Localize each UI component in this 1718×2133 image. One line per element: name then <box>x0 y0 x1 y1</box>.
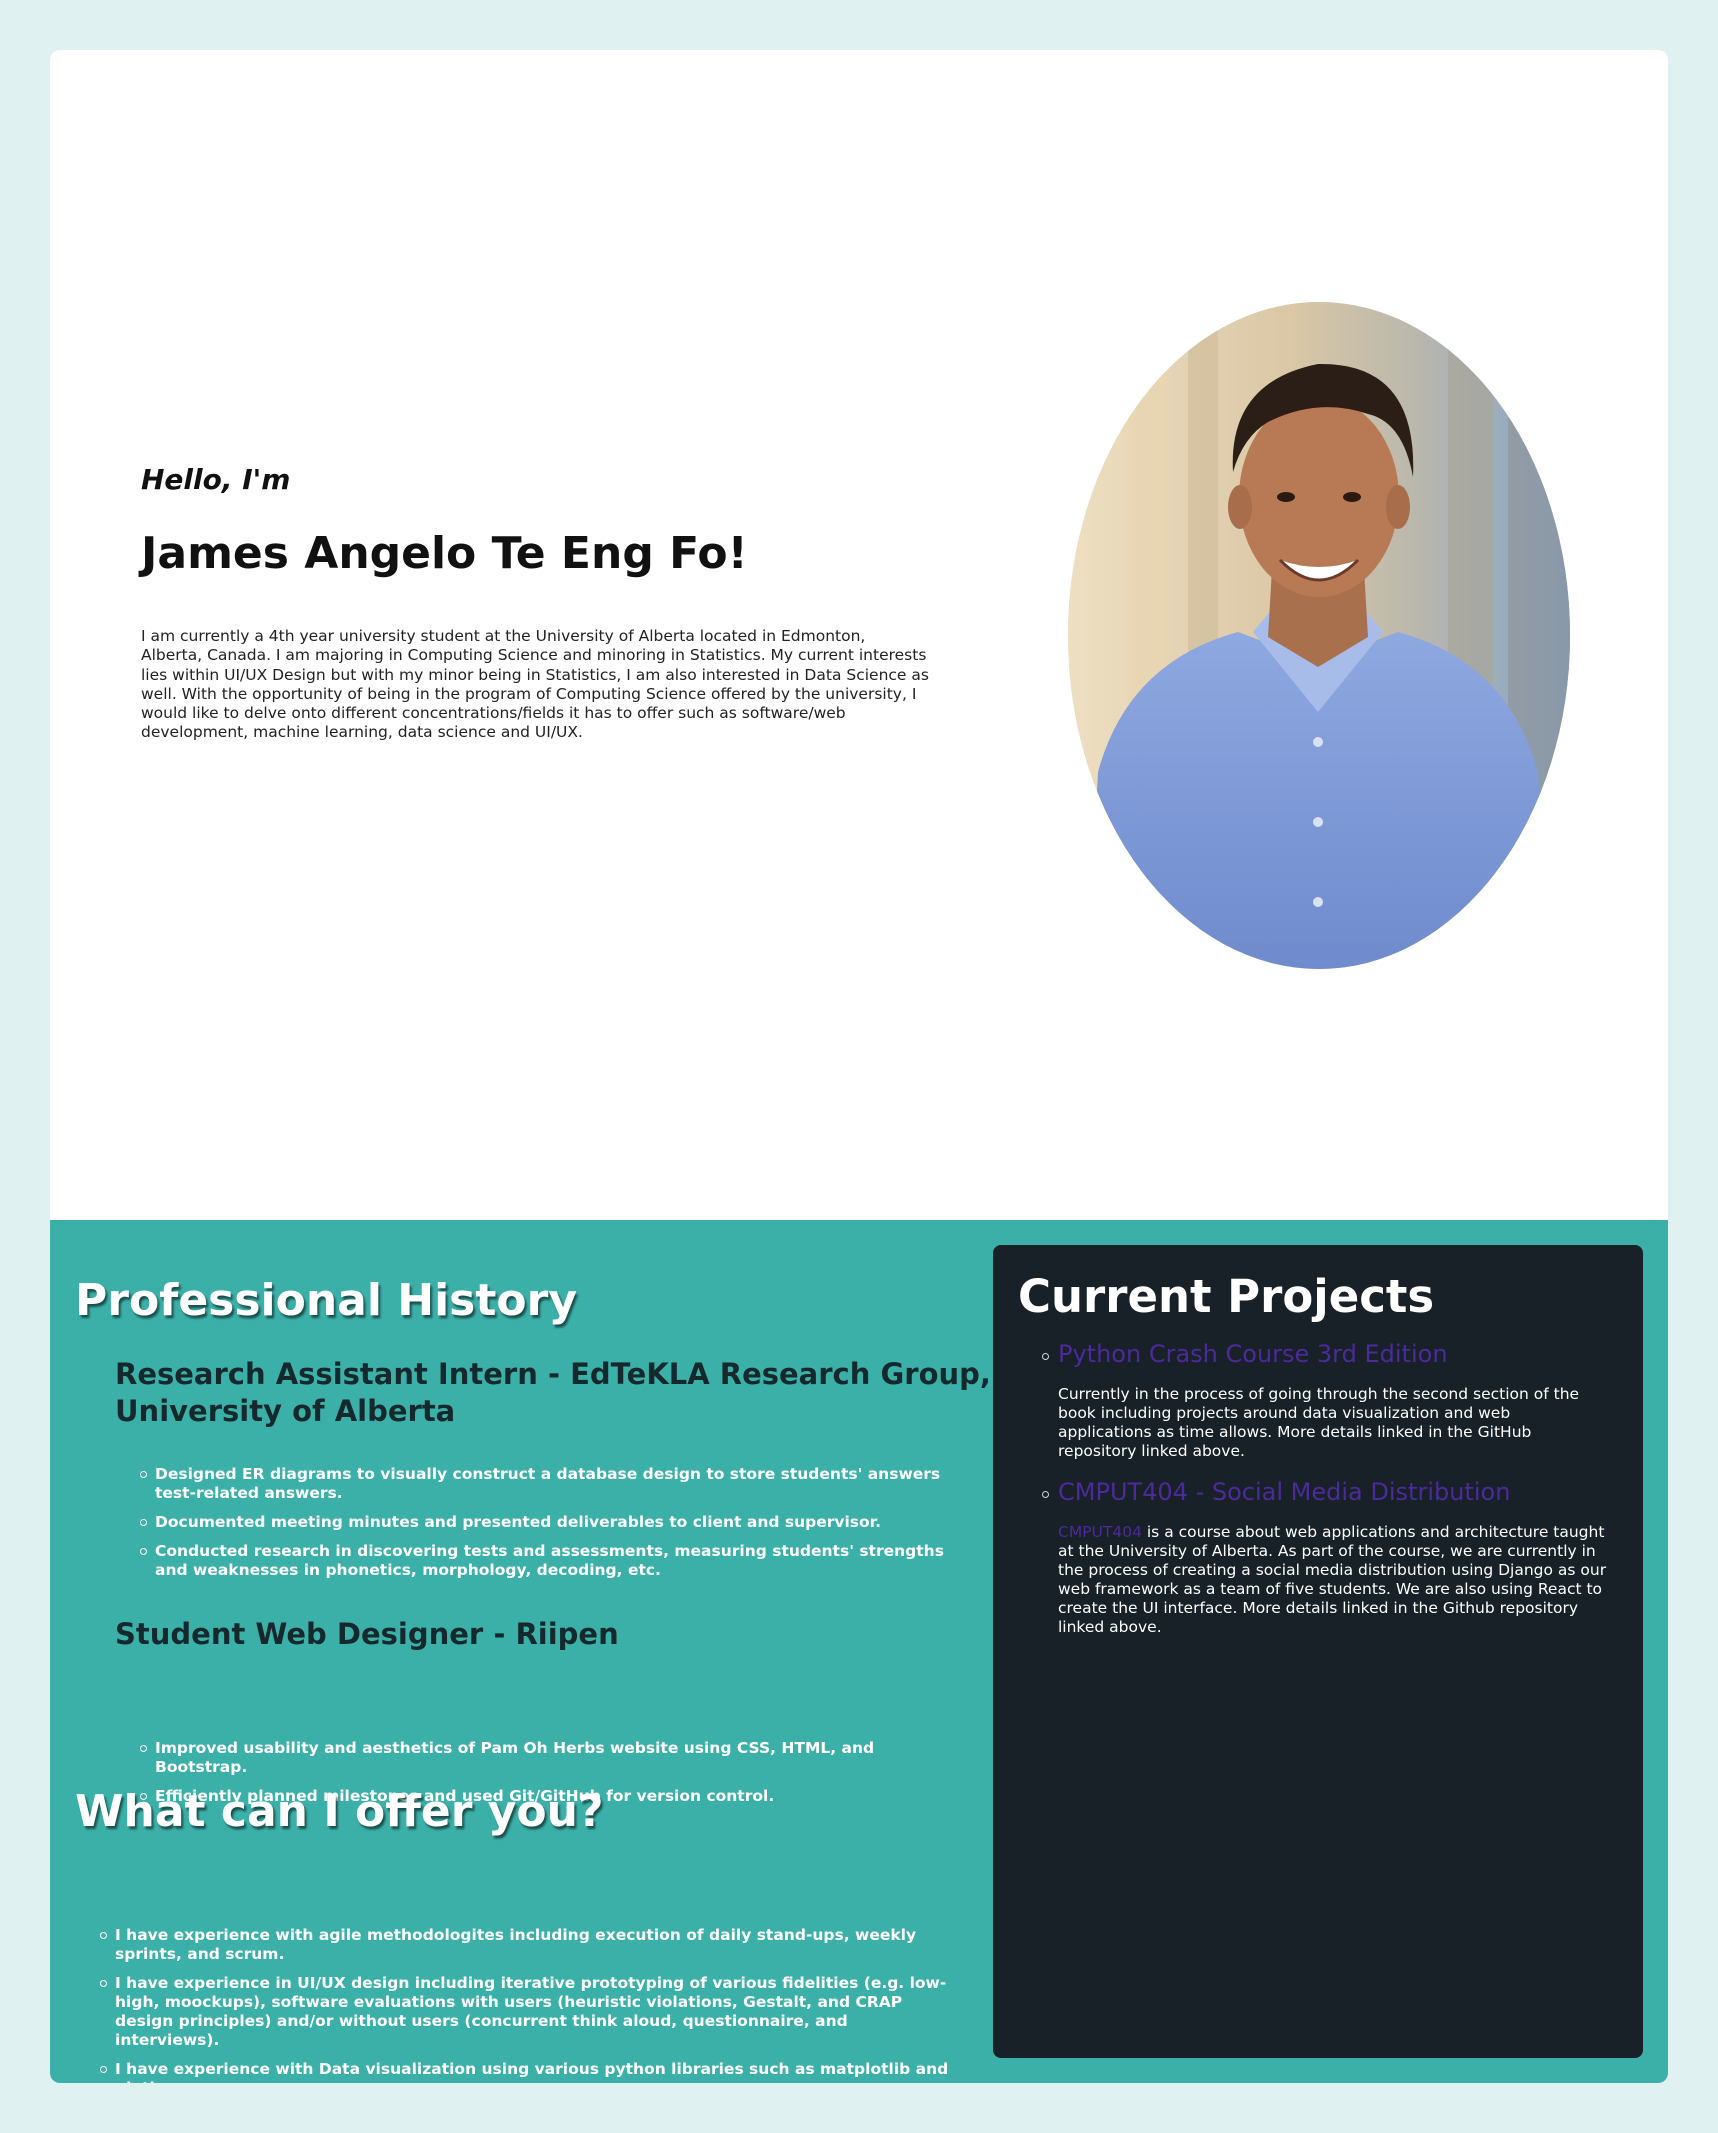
bullet-icon <box>140 1519 147 1526</box>
project-description: Currently in the process of going throug… <box>1058 1385 1580 1460</box>
list-item: Documented meeting minutes and presented… <box>140 1513 955 1532</box>
job-title-1: Research Assistant Intern - EdTeKLA Rese… <box>115 1357 991 1428</box>
profile-photo <box>1068 302 1570 969</box>
projects-heading: Current Projects <box>1018 1270 1435 1323</box>
bio-paragraph: I am currently a 4th year university stu… <box>141 627 929 742</box>
bullet-icon <box>140 1471 147 1478</box>
list-item: Conducted research in discovering tests … <box>140 1542 955 1580</box>
bullet-icon <box>140 1548 147 1555</box>
projects-panel: Current Projects Python Crash Course 3rd… <box>993 1245 1643 2058</box>
hero-section: Hello, I'm James Angelo Te Eng Fo! I am … <box>50 50 1668 1220</box>
history-heading: Professional History <box>75 1275 578 1326</box>
bullet-icon <box>1042 1353 1049 1360</box>
project-link-cmput404[interactable]: CMPUT404 - Social Media Distribution <box>1058 1478 1510 1506</box>
greeting: Hello, I'm <box>141 463 291 496</box>
cmput404-inline-link[interactable]: CMPUT404 <box>1058 1523 1142 1541</box>
profile-photo-icon <box>1068 302 1570 969</box>
list-item: I have experience with agile methodologi… <box>100 1926 955 1964</box>
job-title-2: Student Web Designer - Riipen <box>115 1617 619 1651</box>
main-card: Hello, I'm James Angelo Te Eng Fo! I am … <box>50 50 1668 2083</box>
bullet-icon <box>100 2066 107 2073</box>
page-title: James Angelo Te Eng Fo! <box>141 528 748 579</box>
list-item: Improved usability and aesthetics of Pam… <box>140 1739 955 1777</box>
list-item: I have experience with Data visualizatio… <box>100 2060 955 2083</box>
list-item: I have experience in UI/UX design includ… <box>100 1974 955 2050</box>
bullet-icon <box>140 1745 147 1752</box>
details-section: Professional History Research Assistant … <box>50 1220 1668 2083</box>
bullet-icon <box>100 1932 107 1939</box>
job-1-bullets: Designed ER diagrams to visually constru… <box>140 1465 955 1590</box>
project-link-python-crash-course[interactable]: Python Crash Course 3rd Edition <box>1058 1340 1448 1368</box>
bullet-icon <box>100 1980 107 1987</box>
offer-heading: What can I offer you? <box>75 1786 604 1837</box>
project-description: CMPUT404 is a course about web applicati… <box>1058 1523 1607 1636</box>
offer-bullets: I have experience with agile methodologi… <box>100 1926 955 2083</box>
bullet-icon <box>1042 1491 1049 1498</box>
list-item: Designed ER diagrams to visually constru… <box>140 1465 955 1503</box>
